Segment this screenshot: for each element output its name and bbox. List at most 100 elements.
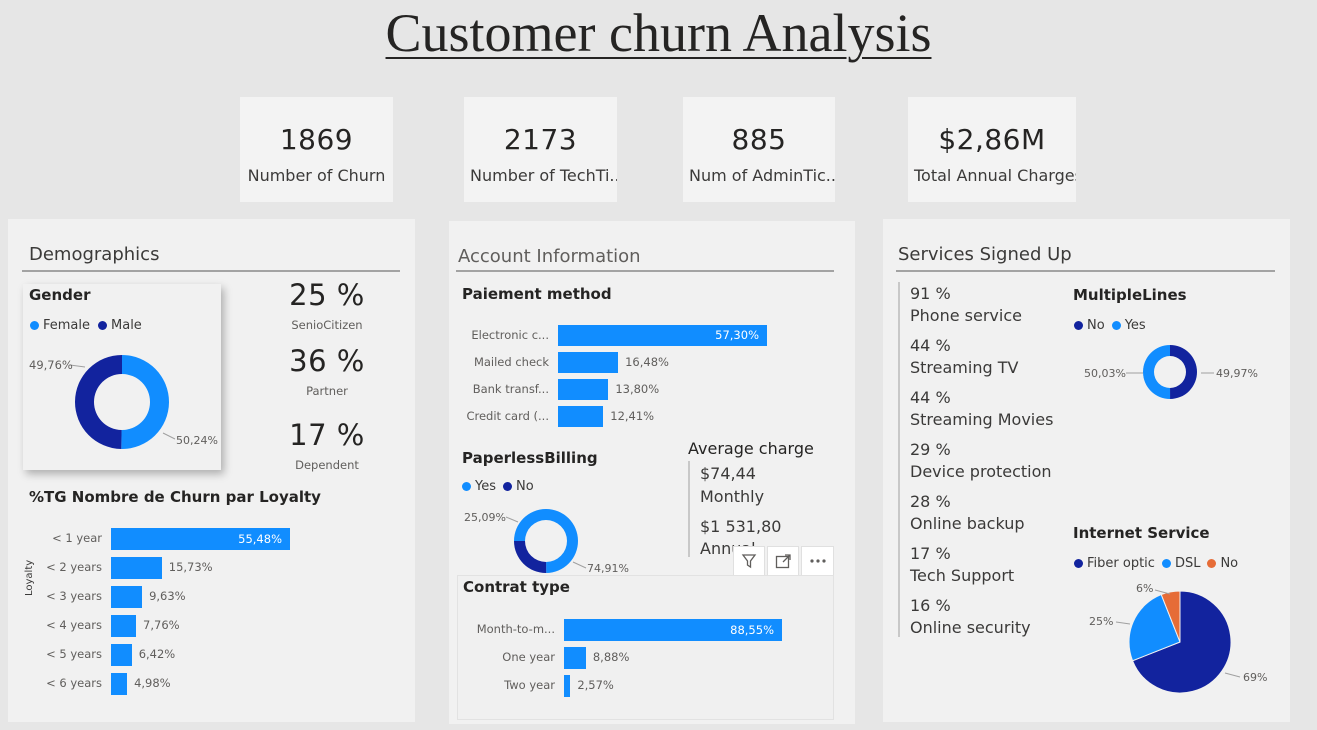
stat-value: 36 % [289, 344, 365, 378]
bar[interactable] [558, 406, 604, 427]
service-pct: 28 % [910, 492, 951, 511]
divider [898, 282, 900, 637]
leader-line [1115, 621, 1131, 625]
bar[interactable] [564, 675, 571, 697]
bar[interactable] [558, 379, 609, 400]
legend-dot-no [1074, 321, 1083, 330]
service-pct: 44 % [910, 336, 951, 355]
bar-data-label: 6,42% [138, 647, 176, 661]
legend-dot-no [1207, 559, 1217, 568]
kpi-card-churn[interactable]: 1869 Number of Churn [240, 97, 393, 202]
female-data-label: 50,24% [176, 434, 218, 447]
legend-dot-fiber [1074, 559, 1083, 568]
paperless-legend: Yes No [462, 479, 534, 494]
bar[interactable] [558, 352, 619, 373]
legend-dot-no [503, 482, 512, 491]
leader-line [505, 516, 519, 523]
stat-value: 17 % [289, 418, 365, 452]
legend-label-yes: Yes [1124, 318, 1146, 333]
bar[interactable] [111, 557, 162, 579]
legend-label-male: Male [111, 318, 142, 333]
pie-data-label: 69% [1243, 671, 1267, 684]
service-item: 16 % Online security [910, 596, 1070, 648]
demographics-title: Demographics [29, 244, 160, 265]
bar-data-label: 9,63% [149, 589, 186, 603]
legend-dot-male [98, 321, 108, 330]
avg-annual-value: $1 531,80 [700, 517, 782, 536]
kpi-value: 1869 [279, 123, 354, 156]
leader-line [1224, 672, 1241, 678]
internet-pie-chart[interactable]: 69% 25% 6% [1080, 578, 1280, 698]
focus-mode-icon[interactable] [767, 546, 799, 576]
bar-category-label: Credit card (... [466, 409, 549, 423]
divider [456, 270, 834, 272]
service-pct: 17 % [910, 544, 951, 563]
legend-label-dsl: DSL [1174, 556, 1201, 571]
avg-monthly-value: $74,44 [700, 464, 756, 483]
service-item: 28 % Online backup [910, 492, 1070, 544]
filter-icon[interactable] [733, 546, 765, 576]
stat-label: Dependent [295, 458, 359, 472]
service-item: 29 % Device protection [910, 440, 1070, 492]
kpi-value: 885 [731, 123, 787, 156]
gender-donut-chart: 49,76% 50,24% [29, 355, 218, 449]
bar-data-label: 4,98% [134, 676, 171, 690]
gender-title: Gender [29, 286, 91, 304]
bar-category-label: Two year [504, 678, 555, 692]
donut-slice-no[interactable] [514, 541, 547, 573]
kpi-card-techtickets[interactable]: 2173 Number of TechTi... [464, 97, 617, 202]
avg-charge-title: Average charge [688, 439, 814, 458]
multiplelines-title: MultipleLines [1073, 286, 1187, 304]
loyalty-chart-title: %TG Nombre de Churn par Loyalty [29, 488, 321, 506]
contract-chart-title: Contrat type [463, 578, 570, 596]
leader-line [572, 561, 587, 569]
multiplelines-donut-chart: 50,03% 49,97% [1084, 345, 1258, 399]
service-label: Device protection [910, 462, 1052, 481]
avg-monthly-label: Monthly [700, 487, 765, 506]
bar-data-label: 7,76% [143, 618, 180, 632]
internet-legend: Fiber optic DSL No [1074, 556, 1238, 571]
bar-category-label: Electronic c... [471, 328, 549, 342]
bar[interactable] [111, 673, 128, 695]
no-data-label: 25,09% [464, 511, 506, 524]
legend-label-female: Female [43, 318, 91, 333]
bar-category-label: < 4 years [46, 618, 102, 632]
pie-data-label: 6% [1136, 582, 1153, 595]
service-pct: 44 % [910, 388, 951, 407]
kpi-label: Number of TechTi... [470, 166, 617, 185]
bar-category-label: < 6 years [46, 676, 102, 690]
account-title: Account Information [458, 246, 641, 267]
more-options-icon[interactable] [801, 546, 834, 576]
service-label: Online backup [910, 514, 1025, 533]
contract-bar-chart: Month-to-m... 88,55% One year 8,88% Two year… [460, 619, 830, 704]
payment-chart-title: Paiement method [462, 285, 612, 303]
bar[interactable] [111, 644, 132, 666]
bar[interactable] [111, 615, 137, 637]
yes-data-label: 74,91% [587, 562, 629, 575]
divider [22, 270, 400, 272]
paperless-donut-chart: 25,09% 74,91% [464, 509, 629, 575]
bar-data-label: 16,48% [625, 355, 669, 369]
donut-slice-male[interactable] [74, 355, 122, 449]
donut-slice-no[interactable] [1170, 345, 1197, 399]
service-item: 44 % Streaming Movies [910, 388, 1070, 440]
leader-line [162, 432, 176, 440]
donut-slice-female[interactable] [121, 355, 169, 449]
internet-title: Internet Service [1073, 524, 1210, 542]
service-item: 17 % Tech Support [910, 544, 1070, 596]
bar-category-label: One year [502, 650, 555, 664]
bar-category-label: < 5 years [46, 647, 102, 661]
kpi-card-annual-charges[interactable]: $2,86M Total Annual Charges [908, 97, 1076, 202]
payment-bar-chart: Electronic c... 57,30% Mailed check 16,48% B… [456, 325, 836, 435]
service-label: Tech Support [910, 566, 1015, 585]
bar-category-label: < 1 year [52, 531, 102, 545]
bar-category-label: Mailed check [473, 355, 549, 369]
kpi-value: 2173 [503, 123, 578, 156]
stat-senior: 25 % SenioCitizen [262, 278, 392, 332]
service-pct: 29 % [910, 440, 951, 459]
donut-slice-yes[interactable] [1142, 345, 1171, 399]
bar[interactable] [111, 586, 143, 608]
kpi-card-admintickets[interactable]: 885 Num of AdminTic... [683, 97, 835, 202]
bar-data-label: 88,55% [730, 623, 774, 637]
bar[interactable] [564, 647, 586, 669]
